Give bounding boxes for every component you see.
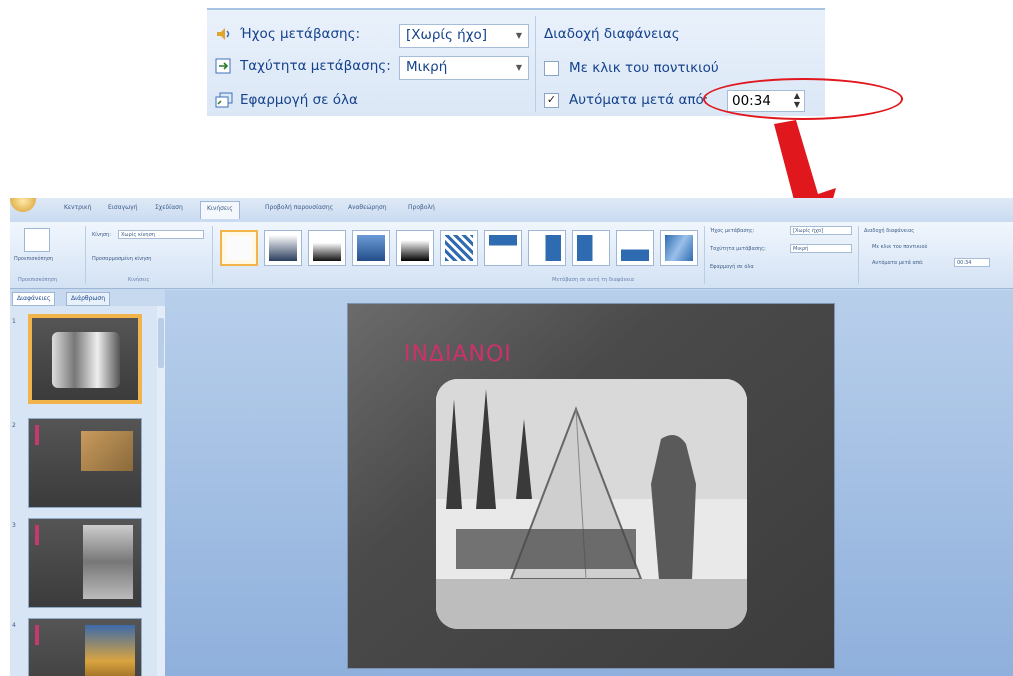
slides-scrollbar[interactable] [157, 306, 165, 676]
sound-select[interactable]: [Χωρίς ήχο] ▼ [399, 24, 529, 48]
animate-select-value: Χωρίς κίνηση [121, 232, 155, 238]
scroll-thumb[interactable] [158, 318, 164, 368]
speed-select[interactable]: Μικρή ▼ [399, 56, 529, 80]
slide-photo[interactable] [436, 379, 747, 629]
small-speed-label: Ταχύτητα μετάβασης: [710, 246, 766, 252]
group-preview-label: Προεπισκόπηση [18, 277, 58, 283]
thumb-accent [35, 525, 39, 545]
chevron-down-icon[interactable]: ▼ [510, 25, 528, 47]
thumb-photo [83, 525, 133, 599]
on-click-label: Με κλικ του ποντικιού [569, 60, 719, 76]
transition-dissolve-thumb[interactable] [440, 230, 478, 266]
tab-outline[interactable]: Διάρθρωση [66, 292, 111, 306]
tab-review[interactable]: Αναθεώρηση [348, 204, 387, 211]
advance-slide-title: Διαδοχή διαφάνειας [544, 26, 680, 42]
small-speed-select[interactable]: Μικρή [790, 244, 852, 253]
sound-select-value: [Χωρίς ήχο] [406, 27, 488, 43]
tab-home[interactable]: Κεντρική [64, 204, 91, 211]
tab-animations[interactable]: Κινήσεις [200, 201, 240, 219]
highlight-oval [703, 78, 903, 120]
small-speed-select-value: Μικρή [793, 246, 809, 252]
sound-row: Ήχος μετάβασης: [215, 22, 360, 46]
custom-animation-button[interactable]: Προσαρμοσμένη κίνηση [92, 256, 151, 262]
chevron-down-icon[interactable]: ▼ [510, 57, 528, 79]
small-auto-after-checkbox[interactable]: Αυτόματα μετά από: [872, 260, 924, 266]
group-divider [212, 226, 213, 284]
thumb-photo [85, 625, 135, 676]
group-animations-label: Κινήσεις [128, 277, 150, 283]
powerpoint-window: Κεντρική Εισαγωγή Σχεδίαση Κινήσεις Προβ… [10, 198, 1013, 676]
slide-thumb-4[interactable] [28, 618, 142, 676]
speed-select-value: Μικρή [406, 59, 448, 75]
auto-after-option[interactable]: ✓ Αυτόματα μετά από: [544, 92, 708, 108]
group-divider [858, 226, 859, 284]
slide-number: 4 [12, 622, 16, 629]
transition-fade-thumb[interactable] [264, 230, 302, 266]
animate-label: Κίνηση: [92, 232, 111, 238]
group-divider [85, 226, 86, 284]
sound-icon [215, 26, 233, 42]
slide-thumb-2[interactable] [28, 418, 142, 508]
on-click-option[interactable]: Με κλικ του ποντικιού [544, 60, 719, 76]
group-divider [535, 16, 536, 112]
ribbon-tabs: Κεντρική Εισαγωγή Σχεδίαση Κινήσεις Προβ… [10, 198, 1013, 222]
current-slide[interactable]: ΙΝΔΙΑΝΟΙ [348, 304, 834, 668]
thumb-photo [52, 332, 120, 388]
transition-none-thumb[interactable] [220, 230, 258, 266]
apply-all-label: Εφαρμογή σε όλα [240, 92, 358, 108]
animate-select[interactable]: Χωρίς κίνηση [118, 230, 204, 239]
tab-insert[interactable]: Εισαγωγή [108, 204, 138, 211]
slide-thumb-1[interactable] [28, 314, 142, 404]
transition-wipe-up-thumb[interactable] [616, 230, 654, 266]
slide-canvas: ΙΝΔΙΑΝΟΙ [165, 290, 1013, 676]
transition-fade-black-thumb[interactable] [308, 230, 346, 266]
speed-row: Ταχύτητα μετάβασης: [215, 54, 391, 78]
auto-after-checkbox[interactable]: ✓ [544, 92, 559, 108]
transition-wipe-left-thumb[interactable] [528, 230, 566, 266]
office-button[interactable] [10, 198, 36, 212]
small-time-spinner[interactable]: 00:34 [954, 258, 990, 267]
thumb-accent [35, 425, 39, 445]
transition-wipe-right-thumb[interactable] [572, 230, 610, 266]
transition-wipe-down-thumb[interactable] [484, 230, 522, 266]
tab-view[interactable]: Προβολή [408, 204, 435, 211]
group-divider [704, 226, 705, 284]
slide-number: 1 [12, 318, 16, 325]
thumb-accent [35, 625, 39, 645]
group-transition-label: Μετάβαση σε αυτή τη διαφάνεια [552, 277, 635, 283]
slide-number: 2 [12, 422, 16, 429]
preview-icon[interactable] [24, 228, 50, 252]
speed-label: Ταχύτητα μετάβασης: [240, 58, 391, 74]
on-click-checkbox[interactable] [544, 60, 559, 76]
slide-title[interactable]: ΙΝΔΙΑΝΟΙ [404, 342, 512, 367]
tab-design[interactable]: Σχεδίαση [155, 204, 183, 211]
transition-cut-black-thumb[interactable] [396, 230, 434, 266]
slide-number: 3 [12, 522, 16, 529]
pane-tabs: Διαφάνειες Διάρθρωση [10, 290, 160, 306]
transition-cut-thumb[interactable] [352, 230, 390, 266]
small-sound-select[interactable]: [Χωρίς ήχο] [790, 226, 852, 235]
apply-all-icon [215, 92, 233, 108]
small-sound-select-value: [Χωρίς ήχο] [793, 228, 824, 234]
sound-label: Ήχος μετάβασης: [240, 26, 361, 42]
small-time-value: 00:34 [957, 260, 972, 266]
small-sound-label: Ήχος μετάβασης: [710, 228, 755, 234]
speed-icon [215, 58, 233, 74]
tab-slideshow[interactable]: Προβολή παρουσίασης [265, 204, 333, 211]
small-advance-title: Διαδοχή διαφάνειας [864, 228, 915, 234]
tab-slides[interactable]: Διαφάνειες [12, 292, 56, 306]
small-on-click-checkbox[interactable]: Με κλικ του ποντικιού [872, 244, 927, 250]
slide-thumb-3[interactable] [28, 518, 142, 608]
auto-after-label: Αυτόματα μετά από: [569, 92, 709, 108]
small-apply-all-button[interactable]: Εφαρμογή σε όλα [710, 264, 754, 270]
thumb-photo [81, 431, 133, 471]
apply-all-button[interactable]: Εφαρμογή σε όλα [215, 88, 358, 112]
ribbon: Προεπισκόπηση Προεπισκόπηση Κίνηση: Χωρί… [10, 222, 1013, 289]
transition-random-thumb[interactable] [660, 230, 698, 266]
slides-pane: 1 2 3 4 [10, 306, 165, 676]
preview-button-label[interactable]: Προεπισκόπηση [14, 256, 53, 262]
